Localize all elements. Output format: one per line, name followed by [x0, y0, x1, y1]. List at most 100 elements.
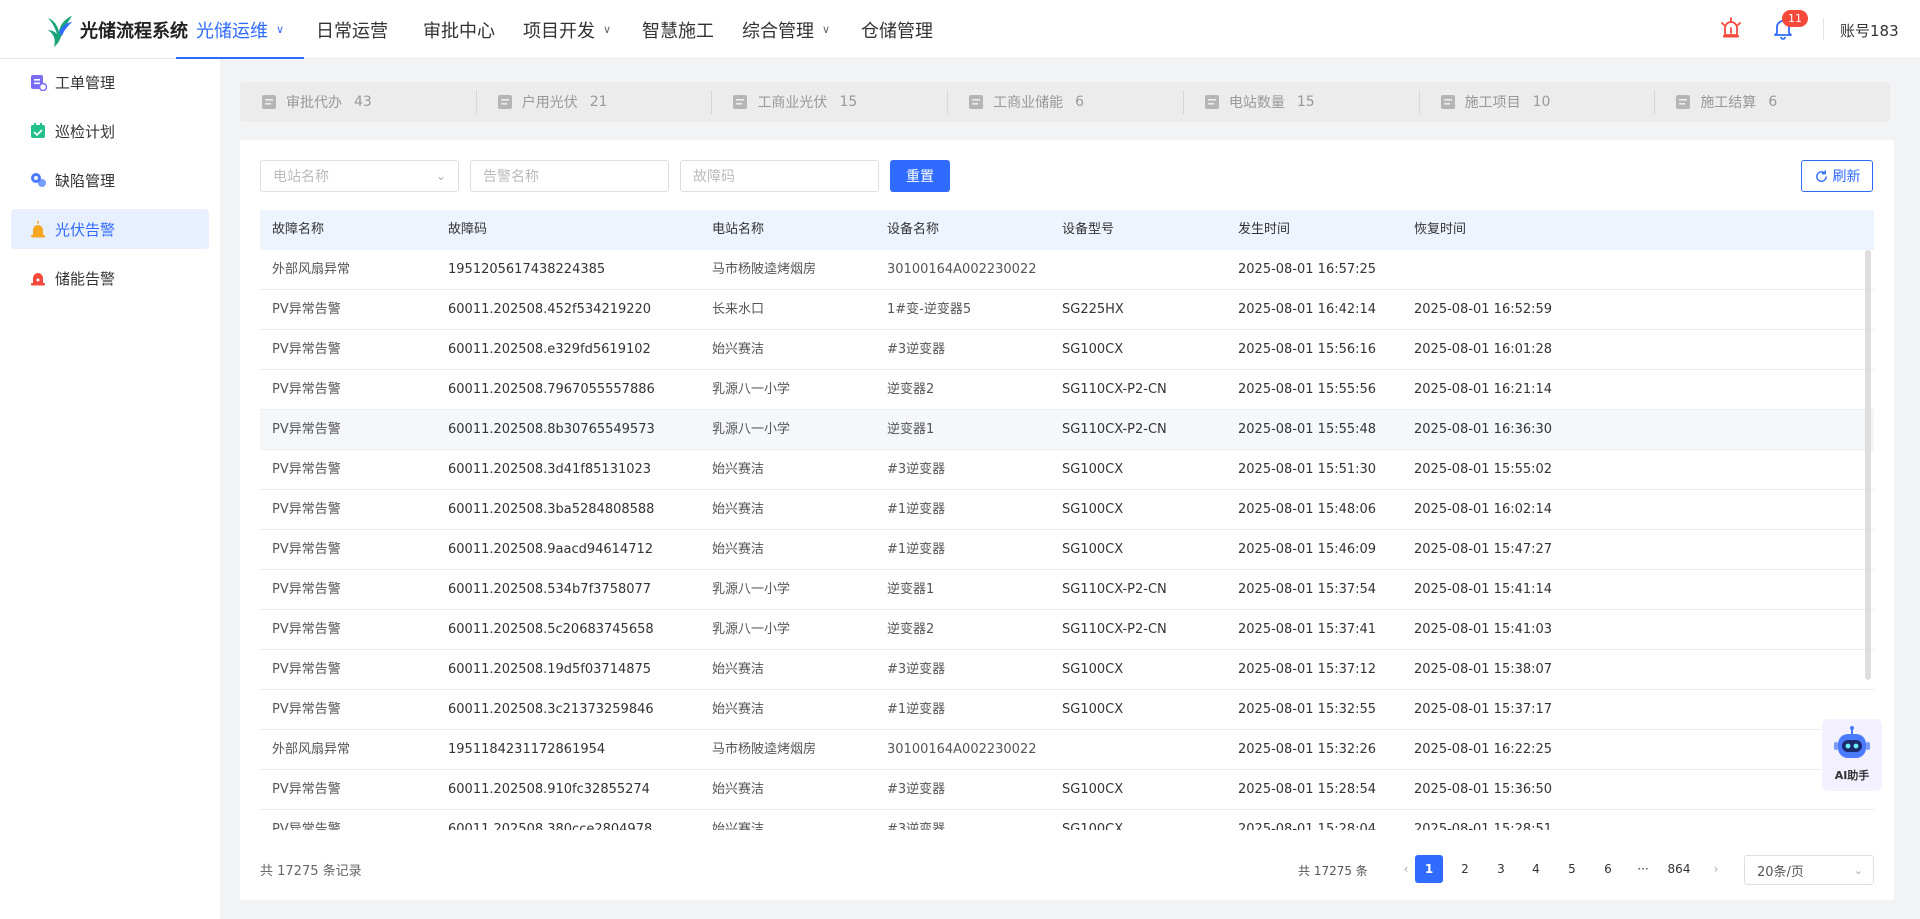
reset-button[interactable]: 重置: [890, 160, 950, 192]
column-header[interactable]: 设备型号: [1062, 210, 1114, 250]
table-cell: PV异常告警: [272, 582, 341, 597]
table-cell: 2025-08-01 16:57:25: [1238, 262, 1377, 277]
table-row[interactable]: PV异常告警 60011.202508.5c20683745658 乳源八一小学 逆变…: [260, 610, 1874, 650]
stat-tab-0[interactable]: 审批代办 43: [240, 82, 476, 122]
account-name[interactable]: 账号183: [1840, 20, 1899, 41]
table-row[interactable]: PV异常告警 60011.202508.8b30765549573 乳源八一小学 逆变…: [260, 410, 1874, 450]
station-select-placeholder: 电站名称: [273, 169, 329, 185]
table-row[interactable]: PV异常告警 60011.202508.19d5f03714875 始兴赛洁 #3逆变…: [260, 650, 1874, 690]
phoenix-logo-icon: [48, 16, 72, 47]
page-button[interactable]: 2: [1451, 855, 1479, 883]
table-row[interactable]: 外部风扇异常 1951184231172861954 马市杨陂逵烤烟房 3010016…: [260, 730, 1874, 770]
page-button[interactable]: 864: [1665, 855, 1693, 883]
ai-assistant-button[interactable]: AI助手: [1822, 719, 1882, 791]
table-cell: 始兴赛洁: [712, 462, 765, 477]
nav-item-4[interactable]: 智慧施工: [642, 0, 714, 59]
stat-tab-4[interactable]: 电站数量 15: [1182, 82, 1419, 122]
column-header[interactable]: 故障名称: [272, 210, 324, 250]
column-header[interactable]: 发生时间: [1238, 210, 1290, 250]
column-header[interactable]: 设备名称: [887, 210, 939, 250]
page-button[interactable]: 4: [1522, 855, 1550, 883]
table-cell: 2025-08-01 16:42:14: [1238, 302, 1377, 317]
table-row[interactable]: PV异常告警 60011.202508.452f534219220 长来水口 1#变-…: [260, 290, 1874, 330]
table-cell: 2025-08-01 16:36:30: [1414, 422, 1553, 437]
table-cell: 60011.202508.3ba5284808588: [448, 502, 655, 517]
table-cell: 2025-08-01 15:28:51: [1414, 822, 1553, 830]
table-cell: 始兴赛洁: [712, 662, 765, 677]
chevron-down-icon: ∨: [603, 23, 612, 36]
table-row[interactable]: PV异常告警 60011.202508.534b7f3758077 乳源八一小学 逆变…: [260, 570, 1874, 610]
page-button[interactable]: 6: [1594, 855, 1622, 883]
stat-count: 15: [839, 94, 858, 110]
table-row[interactable]: PV异常告警 60011.202508.e329fd5619102 始兴赛洁 #3逆变…: [260, 330, 1874, 370]
refresh-button[interactable]: 刷新: [1801, 160, 1873, 192]
table-cell: 60011.202508.8b30765549573: [448, 422, 655, 437]
nav-item-6[interactable]: 仓储管理: [861, 0, 933, 59]
table-row[interactable]: PV异常告警 60011.202508.3d41f85131023 始兴赛洁 #3逆变…: [260, 450, 1874, 490]
sidebar-item-3[interactable]: 光伏告警: [11, 209, 209, 249]
table-cell: PV异常告警: [272, 302, 341, 317]
table-cell: 逆变器2: [887, 622, 935, 637]
stat-label: 电站数量: [1228, 95, 1285, 111]
page-button[interactable]: 5: [1558, 855, 1586, 883]
table-row[interactable]: PV异常告警 60011.202508.9aacd94614712 始兴赛洁 #1逆变…: [260, 530, 1874, 570]
station-select[interactable]: 电站名称 ⌄: [260, 160, 459, 192]
table-cell: 60011.202508.534b7f3758077: [448, 582, 652, 597]
alarm-light-icon[interactable]: [1719, 16, 1743, 40]
sidebar-item-1[interactable]: 巡检计划: [11, 111, 209, 151]
column-header[interactable]: 电站名称: [712, 210, 764, 250]
column-header[interactable]: 故障码: [448, 210, 487, 250]
page-button[interactable]: 3: [1487, 855, 1515, 883]
stat-tab-5[interactable]: 施工项目 10: [1418, 82, 1655, 122]
table-row[interactable]: PV异常告警 60011.202508.3c21373259846 始兴赛洁 #1逆变…: [260, 690, 1874, 730]
sidebar-item-label: 巡检计划: [55, 122, 116, 141]
alarm-name-input[interactable]: 告警名称: [470, 160, 669, 192]
header-divider: [1823, 18, 1824, 40]
table-cell: 乳源八一小学: [712, 422, 791, 437]
nav-item-label: 项目开发: [523, 20, 595, 42]
nav-item-3[interactable]: 项目开发 ∨: [523, 0, 611, 59]
table-row[interactable]: PV异常告警 60011.202508.7967055557886 乳源八一小学 逆变…: [260, 370, 1874, 410]
fault-code-input[interactable]: 故障码: [680, 160, 879, 192]
table-cell: 始兴赛洁: [712, 702, 765, 717]
table-cell: 2025-08-01 15:41:03: [1414, 622, 1553, 637]
stat-tab-6[interactable]: 施工结算 6: [1654, 82, 1890, 122]
sidebar: 工单管理巡检计划缺陷管理光伏告警储能告警: [0, 59, 220, 919]
table-cell: PV异常告警: [272, 542, 341, 557]
sidebar-item-4[interactable]: 储能告警: [11, 258, 209, 298]
table-row[interactable]: PV异常告警 60011.202508.380cce2804978 始兴赛洁 #3逆变…: [260, 810, 1874, 830]
next-page-icon[interactable]: ›: [1702, 855, 1730, 883]
stat-count: 15: [1296, 94, 1315, 110]
table-row[interactable]: 外部风扇异常 1951205617438224385 马市杨陂逵烤烟房 3010016…: [260, 250, 1874, 290]
sidebar-item-0[interactable]: 工单管理: [11, 62, 209, 102]
page-size-select[interactable]: 20条/页 ⌄: [1744, 855, 1874, 885]
stat-count: 10: [1532, 94, 1551, 110]
table-row[interactable]: PV异常告警 60011.202508.910fc32855274 始兴赛洁 #3逆变…: [260, 770, 1874, 810]
refresh-label: 刷新: [1832, 169, 1861, 185]
app-logo[interactable]: 光储流程系统: [44, 12, 188, 48]
stat-tab-3[interactable]: 工商业储能 6: [947, 82, 1183, 122]
table-cell: 逆变器1: [887, 582, 935, 597]
stat-tab-1[interactable]: 户用光伏 21: [475, 82, 712, 122]
table-cell: SG110CX-P2-CN: [1062, 422, 1167, 437]
table-scrollbar[interactable]: [1865, 250, 1871, 680]
nav-item-1[interactable]: 日常运营: [316, 0, 388, 59]
table-header: 故障名称 故障码 电站名称 设备名称 设备型号 发生时间 恢复时间: [260, 210, 1874, 250]
nav-item-2[interactable]: 审批中心: [423, 0, 495, 59]
sidebar-item-2[interactable]: 缺陷管理: [11, 160, 209, 200]
nav-item-0[interactable]: 光储运维 ∨: [175, 0, 305, 59]
table-cell: 始兴赛洁: [712, 822, 765, 830]
table-cell: #3逆变器: [887, 822, 946, 830]
table-cell: 2025-08-01 16:21:14: [1414, 382, 1553, 397]
stat-tab-2[interactable]: 工商业光伏 15: [711, 82, 947, 122]
page-button[interactable]: 1: [1415, 855, 1443, 883]
pv-alarm-icon: [31, 221, 45, 238]
column-header[interactable]: 恢复时间: [1414, 210, 1466, 250]
nav-item-5[interactable]: 综合管理 ∨: [742, 0, 830, 59]
page-button[interactable]: ···: [1629, 855, 1657, 883]
table-cell: SG100CX: [1062, 662, 1124, 677]
stat-count: 6: [1768, 94, 1778, 110]
table-cell: 60011.202508.452f534219220: [448, 302, 652, 317]
table-row[interactable]: PV异常告警 60011.202508.3ba5284808588 始兴赛洁 #1逆变…: [260, 490, 1874, 530]
stat-count: 43: [354, 94, 372, 110]
